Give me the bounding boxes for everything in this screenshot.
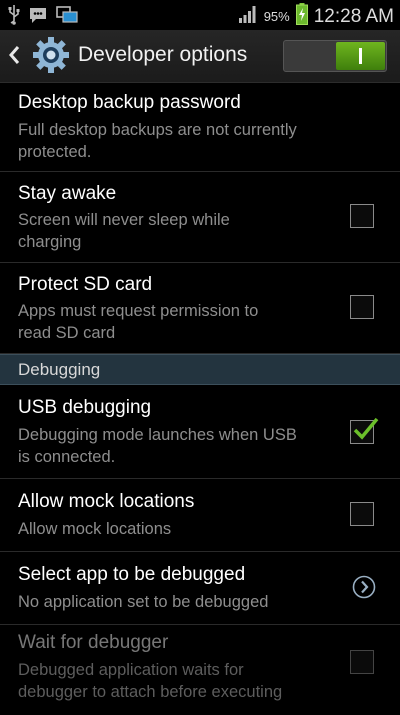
list-item-stay-awake[interactable]: Stay awake Screen will never sleep while… <box>0 172 400 263</box>
list-item-title: Allow mock locations <box>18 491 195 512</box>
list-item-title: Protect SD card <box>18 274 153 295</box>
settings-list: Desktop backup password Full desktop bac… <box>0 82 400 715</box>
section-label: Debugging <box>18 360 101 379</box>
list-item-subtitle: Screen will never sleep while charging <box>18 211 230 251</box>
list-item-desktop-backup-password[interactable]: Desktop backup password Full desktop bac… <box>0 82 400 172</box>
list-item-select-debug-app[interactable]: Select app to be debugged No application… <box>0 552 400 625</box>
chat-icon <box>28 6 48 29</box>
list-item-title: Select app to be debugged <box>18 564 246 585</box>
usb-debugging-checkbox[interactable] <box>350 417 379 444</box>
list-item-subtitle: Debugging mode launches when USB is conn… <box>18 426 297 466</box>
wait-for-debugger-checkbox <box>350 650 374 674</box>
back-arrow-icon[interactable] <box>8 45 20 70</box>
usb-icon <box>8 5 20 30</box>
allow-mock-locations-checkbox[interactable] <box>350 502 374 526</box>
list-item-subtitle: Debugged application waits for debugger … <box>18 661 283 701</box>
list-item-subtitle: Allow mock locations <box>18 520 172 538</box>
battery-percent: 95% <box>263 9 290 24</box>
list-item-usb-debugging[interactable]: USB debugging Debugging mode launches wh… <box>0 385 400 479</box>
list-item-allow-mock-locations[interactable]: Allow mock locations Allow mock location… <box>0 479 400 552</box>
section-header-debugging: Debugging <box>0 354 400 385</box>
action-bar: Developer options <box>0 30 400 83</box>
list-item-title: Stay awake <box>18 183 117 204</box>
clock: 12:28 AM <box>313 5 394 27</box>
signal-icon <box>238 4 258 29</box>
list-item-title: Desktop backup password <box>18 92 241 113</box>
screen-icon <box>56 6 78 29</box>
battery-charging-icon <box>295 3 308 30</box>
list-item-protect-sd-card[interactable]: Protect SD card Apps must request permis… <box>0 263 400 354</box>
list-item-wait-for-debugger: Wait for debugger Debugged application w… <box>0 625 400 715</box>
protect-sd-card-checkbox[interactable] <box>350 295 374 319</box>
settings-gear-icon[interactable] <box>32 35 70 80</box>
list-item-subtitle: Apps must request permission to read SD … <box>18 302 259 342</box>
developer-options-toggle[interactable] <box>283 40 387 72</box>
chevron-right-icon[interactable] <box>352 575 376 604</box>
status-bar: 95% 12:28 AM <box>0 0 400 30</box>
list-item-title: USB debugging <box>18 397 152 418</box>
page-title: Developer options <box>78 43 248 66</box>
list-item-subtitle: Full desktop backups are not currently p… <box>18 121 297 161</box>
stay-awake-checkbox[interactable] <box>350 204 374 228</box>
toggle-on-indicator <box>359 48 362 64</box>
list-item-subtitle: No application set to be debugged <box>18 593 269 611</box>
toggle-on-knob <box>336 42 385 70</box>
list-item-title: Wait for debugger <box>18 632 169 653</box>
checkmark-icon <box>352 415 380 448</box>
